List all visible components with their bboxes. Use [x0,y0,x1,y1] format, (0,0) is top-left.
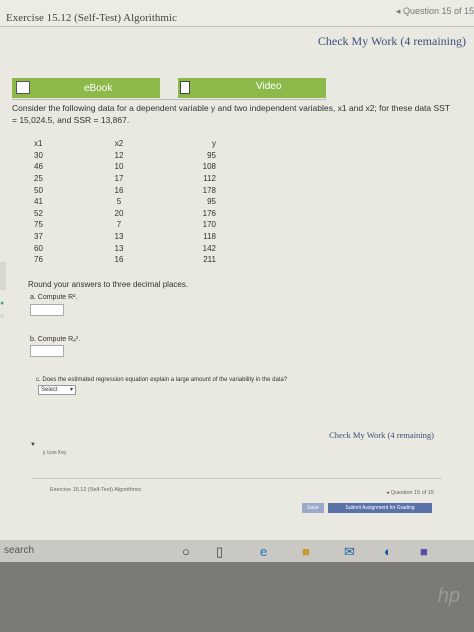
file-explorer-icon[interactable]: ■ [302,544,310,559]
rounding-instruction: Round your answers to three decimal plac… [28,280,189,289]
table-cell: 16 [114,255,124,265]
top-bar: Exercise 15.12 (Self-Test) Algorithmic ◂… [0,0,474,27]
table-row: 46 10 108 [26,161,220,173]
problem-prompt: Consider the following data for a depend… [12,102,472,126]
mail-icon[interactable]: ✉ [344,544,355,560]
footer-exercise-title: Exercise 15.12 (Self-Test) Algorithmic [50,487,142,493]
chevron-down-icon: ▾ [69,387,73,393]
table-cell: 142 [202,243,216,253]
teams-icon[interactable]: ■ [420,544,428,559]
table-header-x2: x2 [114,139,124,149]
table-cell: 7 [116,220,122,230]
table-cell: 41 [34,197,43,207]
icon-key-label: Icon Key [47,450,67,456]
cortana-icon[interactable]: ○ [182,544,190,559]
table-cell: 211 [203,255,216,265]
tab-video-label: Video [256,81,282,92]
taskbar: search ○ ▯ e ■ ✉ ◐ ■ [0,540,474,562]
browser-screen: Exercise 15.12 (Self-Test) Algorithmic ◂… [0,0,474,540]
table-cell: 30 [34,150,43,160]
task-view-icon[interactable]: ▯ [216,544,223,560]
table-cell: 13 [114,232,124,242]
table-cell: 12 [114,150,124,160]
table-cell: 108 [202,162,216,172]
table-cell: 95 [207,197,216,207]
app-icon[interactable]: ◐ [384,544,392,559]
footer-divider [32,478,442,479]
table-row: 60 13 142 [26,242,220,254]
answer-b-input[interactable] [30,345,64,357]
tab-ebook[interactable]: eBook [12,78,160,98]
submit-assignment-button[interactable]: Submit Assignment for Grading [328,503,432,513]
select-value: Select [41,387,58,393]
table-cell: 5 [116,197,122,207]
table-cell: 10 [114,162,124,172]
table-header-y: y [212,139,216,149]
ebook-icon [16,81,30,94]
icon-key[interactable]: ⚷ Icon Key [42,450,67,456]
table-cell: 20 [114,208,124,218]
table-row: 50 16 178 [26,184,220,196]
left-panel-edge [0,262,6,290]
left-panel-icons: ● ○ [0,300,4,320]
table-cell: 170 [202,220,216,230]
edge-icon[interactable]: e [260,544,267,559]
prompt-line-2: = 15,024.5, and SSR = 13,867. [12,115,130,125]
table-row: 37 13 118 [26,231,220,243]
table-row: 30 12 95 [26,150,220,162]
table-cell: 37 [34,232,43,242]
device-bezel [0,562,474,632]
table-cell: 76 [34,255,43,265]
table-cell: 52 [34,208,43,218]
answer-a-input[interactable] [30,304,64,316]
video-icon [180,81,190,94]
tab-video[interactable]: Video [178,78,326,98]
question-b-label: b. Compute Rₐ². [30,336,81,343]
prompt-line-1: Consider the following data for a depend… [12,103,451,113]
question-a-label: a. Compute R². [30,294,78,301]
circle-icon: ● [0,300,5,307]
table-cell: 118 [203,232,216,242]
check-my-work-link[interactable]: Check My Work (4 remaining) [318,34,466,49]
table-cell: 25 [34,174,43,184]
table-row: 25 17 112 [26,173,220,185]
table-cell: 112 [203,174,216,184]
table-cell: 176 [202,208,216,218]
table-cell: 75 [34,220,43,230]
question-nav[interactable]: ◂ Question 15 of 15 [396,6,474,17]
answer-c-select[interactable]: Select ▾ [38,385,76,395]
tab-ebook-label: eBook [84,83,113,94]
table-cell: 50 [34,185,43,195]
table-row: 76 16 211 [26,254,220,266]
table-cell: 95 [207,150,216,160]
footer-question-nav[interactable]: ◂ Question 15 of 15 [386,490,434,496]
table-row: 75 7 170 [26,219,220,231]
resource-tabs: eBook Video [12,78,326,100]
table-header-x1: x1 [34,139,43,149]
table-row: 52 20 176 [26,208,220,220]
table-cell: 16 [114,185,124,195]
check-my-work-bottom-link[interactable]: Check My Work (4 remaining) [329,430,434,440]
table-row: 41 5 95 [26,196,220,208]
tab-divider [12,99,326,100]
table-cell: 178 [202,185,216,195]
exercise-title: Exercise 15.12 (Self-Test) Algorithmic [6,12,177,24]
table-cell: 13 [114,243,124,253]
circle-outline-icon: ○ [0,313,5,320]
table-cell: 60 [34,243,43,253]
data-table: x1 x2 y 30 12 95 46 10 108 25 17 112 50 … [26,138,220,266]
question-c-label: c. Does the estimated regression equatio… [36,377,288,383]
save-button[interactable]: Save [302,503,324,513]
table-header-row: x1 x2 y [26,138,220,150]
hp-logo-icon: hp [437,585,460,607]
taskbar-search[interactable]: search [4,545,34,556]
table-cell: 17 [114,174,124,184]
table-cell: 46 [34,162,43,172]
scroll-down-icon[interactable]: ▼ [30,442,36,448]
